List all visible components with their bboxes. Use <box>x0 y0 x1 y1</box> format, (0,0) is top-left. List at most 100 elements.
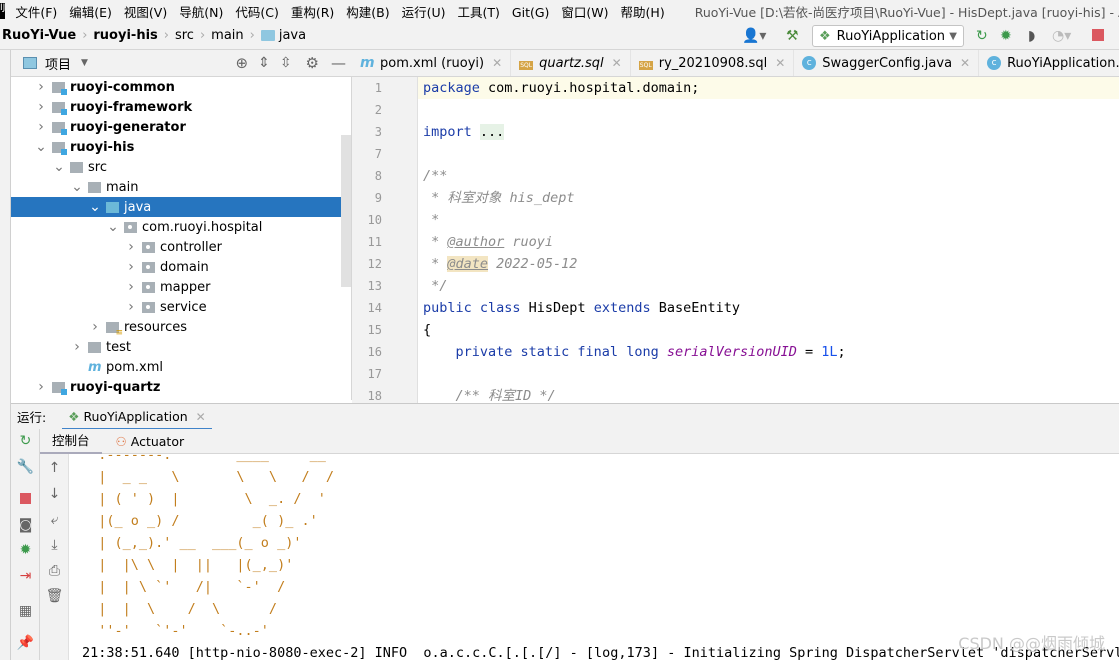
code-line[interactable]: private static final long serialVersionU… <box>423 341 846 363</box>
close-icon[interactable]: ✕ <box>492 56 502 70</box>
chevron-right-icon[interactable]: › <box>89 319 101 335</box>
tree-item[interactable]: ⌄ main <box>11 177 341 197</box>
debug-icon[interactable]: ✹ <box>1000 28 1012 44</box>
coverage-icon[interactable]: ◗ <box>1028 28 1035 44</box>
close-icon[interactable]: ✕ <box>196 410 206 424</box>
close-icon[interactable]: ✕ <box>612 56 622 70</box>
arrow-down-icon[interactable]: ↓ <box>40 486 69 502</box>
menu-item[interactable]: 工具(T) <box>458 5 500 20</box>
breadcrumb-item[interactable]: ruoyi-his <box>93 28 157 43</box>
soft-wrap-icon[interactable]: ⤶ <box>40 512 69 528</box>
tree-item[interactable]: › mapper <box>11 277 341 297</box>
tree-item[interactable]: › domain <box>11 257 341 277</box>
chevron-down-icon[interactable]: ⌄ <box>53 159 65 175</box>
wrench-icon[interactable]: 🔧 <box>11 459 40 475</box>
chevron-down-icon[interactable]: ⌄ <box>89 199 101 215</box>
tree-item[interactable]: › ruoyi-quartz <box>11 377 341 397</box>
tree-item[interactable]: ⌄ java <box>11 197 341 217</box>
tree-item[interactable]: › ruoyi-framework <box>11 97 341 117</box>
close-icon[interactable]: ✕ <box>960 56 970 70</box>
profile-icon[interactable]: ◔▾ <box>1052 28 1071 44</box>
hide-icon[interactable]: — <box>331 54 346 72</box>
tab-actuator[interactable]: Actuator <box>131 434 184 449</box>
tree-item[interactable]: › ruoyi-common <box>11 77 341 97</box>
tree-scrollbar[interactable] <box>341 135 351 287</box>
collapse-all-icon[interactable]: ⇳ <box>280 55 292 71</box>
close-icon[interactable]: ✕ <box>775 56 785 70</box>
stop-icon[interactable] <box>20 493 31 504</box>
debug-icon[interactable]: ✹ <box>11 542 40 558</box>
pin-icon[interactable]: 📌 <box>11 635 40 651</box>
gear-icon[interactable]: ⚙ <box>306 54 319 72</box>
code-line[interactable]: * @date 2022-05-12 <box>423 253 577 275</box>
code-line[interactable]: package com.ruoyi.hospital.domain; <box>423 77 699 99</box>
menu-item[interactable]: 运行(U) <box>402 5 446 20</box>
chevron-right-icon[interactable]: › <box>35 119 47 135</box>
tab-ruoyiapplication-java[interactable]: cRuoYiApplication.java✕ <box>979 50 1119 76</box>
code-line[interactable]: */ <box>423 275 447 297</box>
menu-item[interactable]: 重构(R) <box>291 5 334 20</box>
code-line[interactable]: import ... <box>423 121 505 143</box>
chevron-right-icon[interactable]: › <box>35 79 47 95</box>
tree-item[interactable]: ⌄ ruoyi-his <box>11 137 341 157</box>
rerun-icon[interactable]: ↻ <box>11 433 40 449</box>
tab-console[interactable]: 控制台 <box>40 429 102 454</box>
menu-item[interactable]: 代码(C) <box>235 5 278 20</box>
chevron-down-icon[interactable]: ⌄ <box>107 219 119 235</box>
chevron-down-icon[interactable]: ⌄ <box>71 179 83 195</box>
chevron-down-icon[interactable]: ⌄ <box>35 139 47 155</box>
code-line[interactable]: /** 科室ID */ <box>423 385 556 403</box>
build-hammer-icon[interactable]: ⚒ <box>786 28 799 44</box>
breadcrumb-item[interactable]: java <box>260 28 306 43</box>
menu-item[interactable]: 视图(V) <box>124 5 167 20</box>
locate-icon[interactable]: ⊕ <box>236 54 259 72</box>
user-icon[interactable]: 👤▾ <box>742 28 766 44</box>
chevron-right-icon[interactable]: › <box>71 339 83 355</box>
rerun-icon[interactable]: ↻ <box>976 28 988 44</box>
breadcrumb-item[interactable]: RuoYi-Vue <box>2 28 76 43</box>
chevron-right-icon[interactable]: › <box>125 239 137 255</box>
chevron-right-icon[interactable]: › <box>125 279 137 295</box>
run-config-select[interactable]: ❖ RuoYiApplication ▼ <box>812 25 964 47</box>
menu-item[interactable]: Git(G) <box>512 5 550 20</box>
tab-quartz-sql[interactable]: SQL quartz.sql ✕ <box>511 50 631 76</box>
tree-item[interactable]: ⌄ src <box>11 157 341 177</box>
tab-swaggerconfig-java[interactable]: c SwaggerConfig.java ✕ <box>794 50 980 76</box>
tab-ry-20210908-sql[interactable]: SQL ry_20210908.sql ✕ <box>631 50 795 76</box>
tree-item[interactable]: m pom.xml <box>11 357 341 377</box>
menu-item[interactable]: 文件(F) <box>15 5 57 20</box>
chevron-right-icon[interactable]: › <box>35 379 47 395</box>
menu-item[interactable]: 导航(N) <box>179 5 223 20</box>
menu-item[interactable]: 编辑(E) <box>69 5 112 20</box>
code-editor[interactable]: package com.ruoyi.hospital.domain; import… <box>418 77 1119 403</box>
tree-item[interactable]: › resources <box>11 317 341 338</box>
code-line[interactable]: public class HisDept extends BaseEntity <box>423 297 740 319</box>
login-icon[interactable]: ⇥ <box>11 568 40 584</box>
breadcrumb-item[interactable]: main <box>211 28 243 43</box>
layout-icon[interactable]: ▦ <box>11 603 40 619</box>
tab-pom-xml-ruoyi-[interactable]: m pom.xml (ruoyi) ✕ <box>352 50 512 76</box>
project-panel-title[interactable]: 项目 <box>45 54 71 73</box>
breadcrumb-item[interactable]: src <box>175 28 194 43</box>
menu-item[interactable]: 窗口(W) <box>561 5 608 20</box>
run-tab[interactable]: ❖ RuoYiApplication ✕ <box>62 405 212 431</box>
menu-item[interactable]: 帮助(H) <box>621 5 665 20</box>
code-line[interactable]: * @author ruoyi <box>423 231 553 253</box>
chevron-right-icon[interactable]: › <box>125 299 137 315</box>
chevron-down-icon[interactable]: ▼ <box>81 58 88 68</box>
tree-item[interactable]: ⌄ com.ruoyi.hospital <box>11 217 341 237</box>
code-line[interactable]: * 科室对象 his_dept <box>423 187 574 209</box>
tree-item[interactable]: › ruoyi-generator <box>11 117 341 137</box>
tree-item[interactable]: › service <box>11 297 341 317</box>
chevron-right-icon[interactable]: › <box>125 259 137 275</box>
tree-item[interactable]: › controller <box>11 237 341 257</box>
tree-item[interactable]: › test <box>11 337 341 357</box>
code-line[interactable]: /** <box>423 165 447 187</box>
code-line[interactable]: * <box>423 209 439 231</box>
stop-icon[interactable] <box>1092 29 1104 41</box>
print-icon[interactable]: ⎙ <box>40 563 69 579</box>
scroll-to-end-icon[interactable]: ⤓ <box>40 537 69 553</box>
menu-item[interactable]: 构建(B) <box>346 5 389 20</box>
arrow-up-icon[interactable]: ↑ <box>40 460 69 476</box>
trash-icon[interactable]: 🗑 <box>40 588 69 604</box>
